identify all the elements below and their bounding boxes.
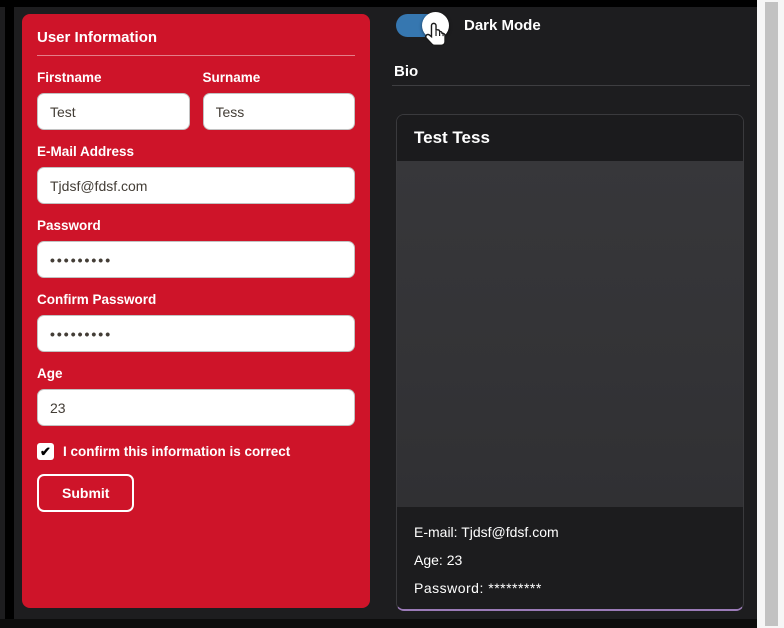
bio-age-line: Age: 23	[414, 546, 726, 574]
toggle-knob-icon[interactable]	[422, 12, 449, 39]
bio-divider	[392, 85, 750, 86]
surname-label: Surname	[203, 70, 356, 85]
confirm-checkbox-label[interactable]: I confirm this information is correct	[63, 444, 290, 459]
confirm-password-input[interactable]	[37, 315, 355, 352]
panel-title: User Information	[37, 29, 355, 56]
bio-card: Test Tess E-mail: Tjdsf@fdsf.com Age: 23…	[396, 114, 744, 611]
email-label: E-Mail Address	[37, 144, 355, 159]
checkmark-icon: ✔	[40, 444, 51, 460]
firstname-input[interactable]	[37, 93, 190, 130]
firstname-label: Firstname	[37, 70, 190, 85]
dark-mode-label: Dark Mode	[464, 17, 541, 34]
bio-email-line: E-mail: Tjdsf@fdsf.com	[414, 518, 726, 546]
age-label: Age	[37, 366, 355, 381]
password-input[interactable]	[37, 241, 355, 278]
email-input[interactable]	[37, 167, 355, 204]
window-frame-left	[5, 2, 14, 619]
surname-input[interactable]	[203, 93, 356, 130]
dark-mode-row: Dark Mode	[396, 14, 541, 37]
bio-heading: Bio	[394, 63, 418, 80]
password-label: Password	[37, 218, 355, 233]
confirm-password-label: Confirm Password	[37, 292, 355, 307]
bio-card-title: Test Tess	[414, 128, 490, 148]
submit-button[interactable]: Submit	[37, 474, 134, 512]
bio-card-image-placeholder	[397, 161, 743, 507]
scrollbar-track[interactable]	[757, 0, 784, 628]
bio-password-line: Password: *********	[414, 574, 726, 602]
user-information-panel: User Information Firstname Surname E-Mai…	[22, 14, 370, 608]
confirm-checkbox[interactable]: ✔	[37, 443, 54, 460]
bio-card-header: Test Tess	[397, 115, 743, 161]
scrollbar-thumb[interactable]	[765, 2, 778, 626]
age-input[interactable]	[37, 389, 355, 426]
bio-card-footer: E-mail: Tjdsf@fdsf.com Age: 23 Password:…	[397, 507, 743, 609]
window-frame-bottom	[0, 619, 757, 628]
dark-mode-toggle[interactable]	[396, 14, 447, 37]
window-frame-top	[0, 0, 757, 7]
